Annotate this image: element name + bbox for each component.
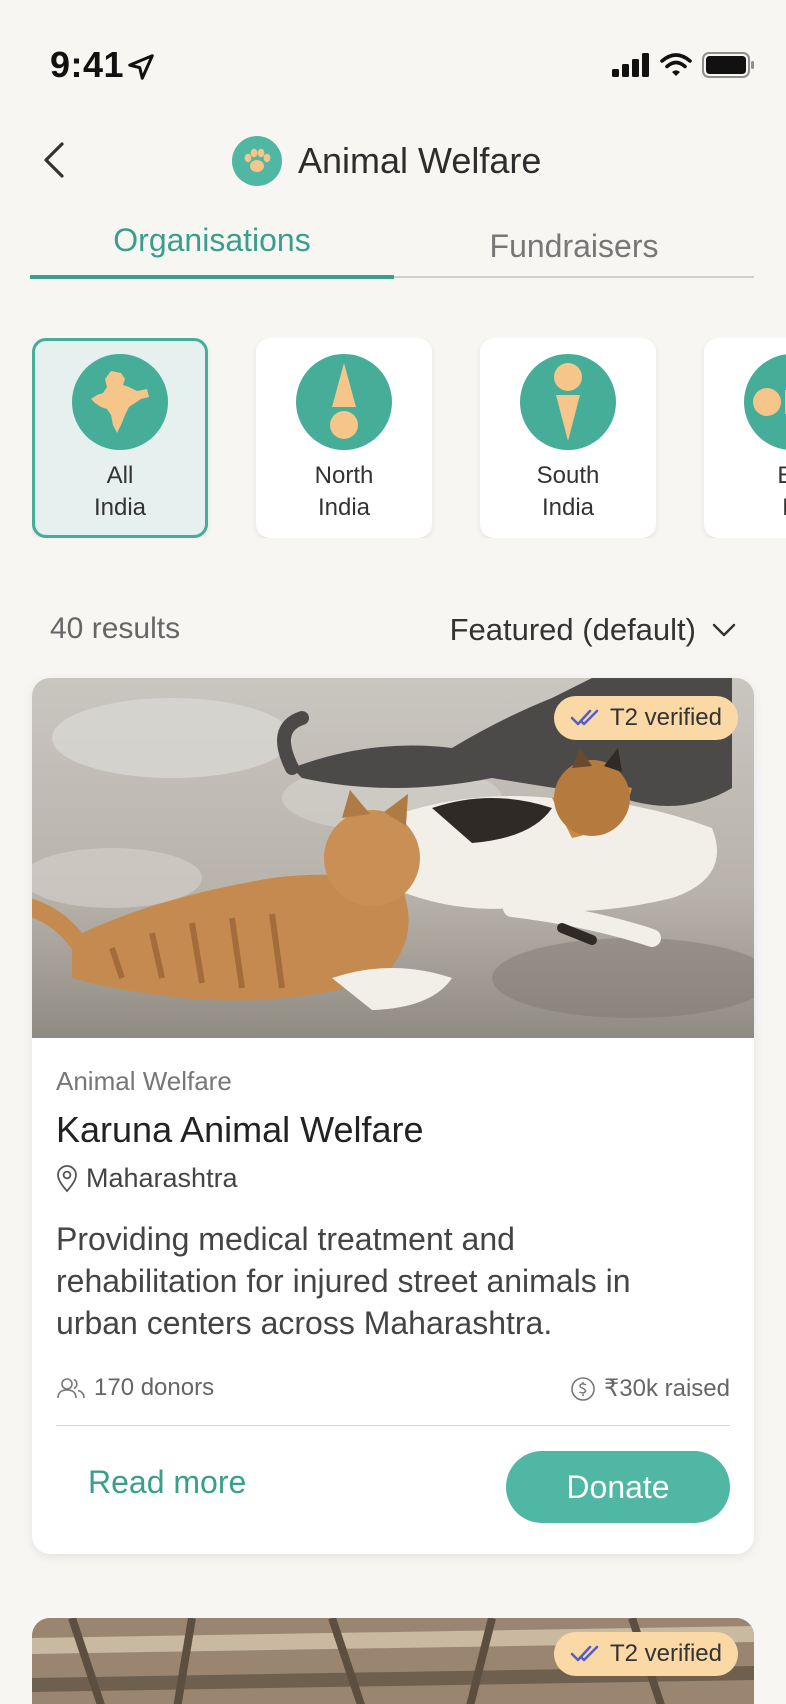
card-title: Karuna Animal Welfare <box>56 1109 424 1150</box>
donors-stat: 170 donors <box>56 1374 214 1402</box>
battery-icon <box>702 52 754 78</box>
region-filter: All India North India South India Ea In <box>32 338 786 538</box>
region-label: North India <box>314 462 374 521</box>
organisation-card[interactable]: T2 verified Animal Welfare Karuna Animal… <box>32 678 754 1554</box>
card-location: Maharashtra <box>56 1163 730 1194</box>
donate-button[interactable]: Donate <box>506 1451 730 1523</box>
verified-badge: T2 verified <box>553 696 738 740</box>
region-label: South India <box>536 462 600 521</box>
results-count: 40 results <box>50 612 181 645</box>
status-icons <box>612 52 756 78</box>
double-check-icon <box>570 1645 599 1662</box>
double-check-icon <box>570 709 599 726</box>
status-time: 9:41 <box>50 44 125 85</box>
region-all-india[interactable]: All India <box>32 338 208 538</box>
organisation-card-2[interactable]: T2 verified <box>32 1618 754 1704</box>
card-category: Animal Welfare <box>56 1066 232 1096</box>
region-south-india[interactable]: South India <box>480 338 656 538</box>
read-more-link[interactable]: Read more <box>88 1464 246 1501</box>
tab-fundraisers[interactable]: Fundraisers <box>394 222 754 278</box>
verified-badge: T2 verified <box>553 1632 738 1676</box>
location-pin-icon <box>57 1164 77 1192</box>
india-map-icon <box>72 354 168 450</box>
card-stats: 170 donors ₹30k raised <box>56 1374 730 1408</box>
sort-dropdown[interactable]: Featured (default) <box>450 612 736 648</box>
card-body: Animal Welfare Karuna Animal Welfare Mah… <box>56 1038 730 1344</box>
users-icon <box>57 1378 85 1399</box>
page-title: Animal Welfare <box>298 140 542 181</box>
location-arrow-icon <box>128 54 154 80</box>
location-label: Maharashtra <box>86 1163 238 1193</box>
header-center: Animal Welfare <box>232 136 541 186</box>
wifi-icon <box>660 53 692 76</box>
tab-organisations[interactable]: Organisations <box>30 222 394 278</box>
south-pointer-icon <box>520 354 616 450</box>
coin-icon <box>571 1376 595 1401</box>
tab-active-indicator <box>30 275 394 279</box>
region-label: All India <box>93 462 147 521</box>
card-image-cats: T2 verified <box>32 678 754 1038</box>
results-row: 40 results Featured (default) <box>50 608 736 652</box>
app-header: Animal Welfare <box>0 130 786 190</box>
raised-stat: ₹30k raised <box>570 1374 730 1403</box>
back-arrow-icon[interactable] <box>38 138 74 182</box>
signal-icon <box>612 53 649 77</box>
chevron-down-icon <box>712 623 736 637</box>
raised-amount: ₹30k raised <box>604 1375 730 1402</box>
east-pointer-icon <box>744 354 786 450</box>
region-label: Ea In <box>777 462 786 521</box>
sort-label: Featured (default) <box>449 612 696 647</box>
badge-label: T2 verified <box>609 1640 722 1667</box>
card-divider <box>56 1425 730 1426</box>
region-north-india[interactable]: North India <box>256 338 432 538</box>
tab-bar: Organisations Fundraisers <box>30 222 754 279</box>
donors-count: 170 donors <box>94 1374 215 1401</box>
paw-logo-icon <box>232 136 282 186</box>
north-pointer-icon <box>296 354 392 450</box>
region-east-india[interactable]: Ea In <box>704 338 786 538</box>
badge-label: T2 verified <box>609 704 722 731</box>
card-description: Providing medical treatment and rehabili… <box>56 1221 631 1341</box>
status-bar: 9:41 <box>0 0 786 120</box>
